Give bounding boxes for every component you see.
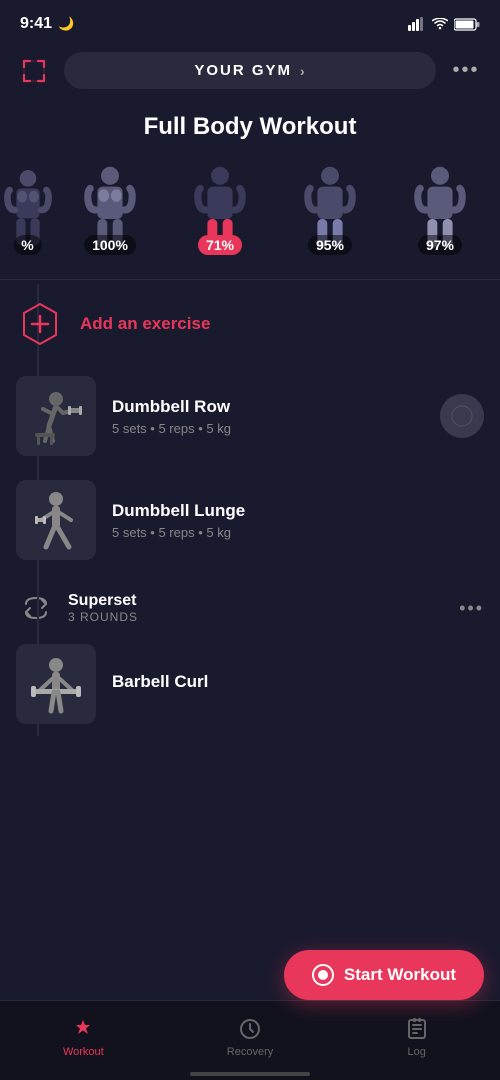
workout-title: Full Body Workout: [0, 97, 500, 153]
add-exercise-label: Add an exercise: [80, 314, 210, 334]
workout-nav-label: Workout: [63, 1046, 104, 1058]
exercise-list: Add an exercise: [0, 284, 500, 736]
exercise-item-dumbbell-lunge[interactable]: Dumbbell Lunge 5 sets • 5 reps • 5 kg: [16, 468, 484, 572]
exercise-meta: 5 sets • 5 reps • 5 kg: [112, 421, 424, 436]
exercise-item-dumbbell-row[interactable]: Dumbbell Row 5 sets • 5 reps • 5 kg: [16, 364, 484, 468]
superset-rounds: 3 ROUNDS: [68, 610, 447, 624]
muscle-group-item[interactable]: 97%: [385, 153, 495, 263]
superset-more-icon[interactable]: •••: [459, 598, 484, 619]
signal-icon: [408, 17, 426, 31]
dumbbell-lunge-figure-icon: [21, 485, 91, 555]
expand-icon[interactable]: [16, 53, 52, 89]
gym-label: YOUR GYM: [194, 62, 292, 79]
moon-icon: 🌙: [58, 16, 74, 32]
barbell-curl-figure-icon: [21, 649, 91, 719]
nav-item-workout[interactable]: Workout: [0, 1016, 167, 1066]
muscle-pct-badge: 95%: [308, 235, 352, 255]
muscle-pct-badge: 97%: [418, 235, 462, 255]
workout-nav-icon: [70, 1016, 96, 1042]
muscle-group-item[interactable]: 100%: [55, 153, 165, 263]
dumbbell-row-figure-icon: [21, 381, 91, 451]
section-divider: [0, 279, 500, 280]
gym-button[interactable]: YOUR GYM ›: [64, 52, 436, 89]
muscle-groups-row: % 100% 71%: [0, 153, 500, 275]
exercise-info: Barbell Curl: [112, 672, 484, 696]
exercise-info: Dumbbell Lunge 5 sets • 5 reps • 5 kg: [112, 501, 484, 540]
exercise-thumbnail: [16, 644, 96, 724]
more-options-icon[interactable]: •••: [448, 53, 484, 89]
status-time: 9:41 🌙: [20, 15, 74, 33]
status-icons: [408, 17, 480, 31]
start-workout-label: Start Workout: [344, 965, 456, 985]
log-nav-icon: [404, 1016, 430, 1042]
nav-item-recovery[interactable]: Recovery: [167, 1016, 334, 1066]
exercise-thumbnail: [16, 480, 96, 560]
muscle-group-item[interactable]: %: [0, 153, 55, 263]
exercise-toggle-button[interactable]: [440, 394, 484, 438]
exercise-meta: 5 sets • 5 reps • 5 kg: [112, 525, 484, 540]
muscle-pct-badge: 71%: [198, 235, 242, 255]
exercise-name: Dumbbell Lunge: [112, 501, 484, 521]
muscle-group-item[interactable]: 71%: [165, 153, 275, 263]
muscle-pct-badge: %: [13, 235, 41, 255]
start-dot: [318, 970, 328, 980]
log-nav-label: Log: [408, 1046, 426, 1058]
superset-section: Superset 3 ROUNDS •••: [16, 572, 484, 632]
superset-label: Superset: [68, 592, 447, 610]
bottom-navigation: Workout Recovery Log: [0, 1000, 500, 1080]
muscle-group-item[interactable]: 95%: [275, 153, 385, 263]
recovery-nav-label: Recovery: [227, 1046, 273, 1058]
add-hex-icon: [16, 300, 64, 348]
status-bar: 9:41 🌙: [0, 0, 500, 44]
recovery-nav-icon: [237, 1016, 263, 1042]
add-exercise-button[interactable]: Add an exercise: [16, 284, 484, 364]
superset-info: Superset 3 ROUNDS: [68, 592, 447, 624]
battery-icon: [454, 18, 480, 31]
start-workout-button[interactable]: Start Workout: [284, 950, 484, 1000]
superset-icon: [16, 588, 56, 628]
wifi-icon: [432, 18, 448, 30]
exercise-name: Barbell Curl: [112, 672, 484, 692]
exercise-thumbnail: [16, 376, 96, 456]
nav-item-log[interactable]: Log: [333, 1016, 500, 1066]
muscle-pct-badge: 100%: [84, 235, 136, 255]
gym-chevron-icon: ›: [300, 63, 306, 79]
exercise-info: Dumbbell Row 5 sets • 5 reps • 5 kg: [112, 397, 424, 436]
exercise-item-barbell-curl[interactable]: Barbell Curl: [16, 632, 484, 736]
home-indicator: [190, 1072, 310, 1076]
start-workout-icon: [312, 964, 334, 986]
header: YOUR GYM › •••: [0, 44, 500, 97]
exercise-name: Dumbbell Row: [112, 397, 424, 417]
